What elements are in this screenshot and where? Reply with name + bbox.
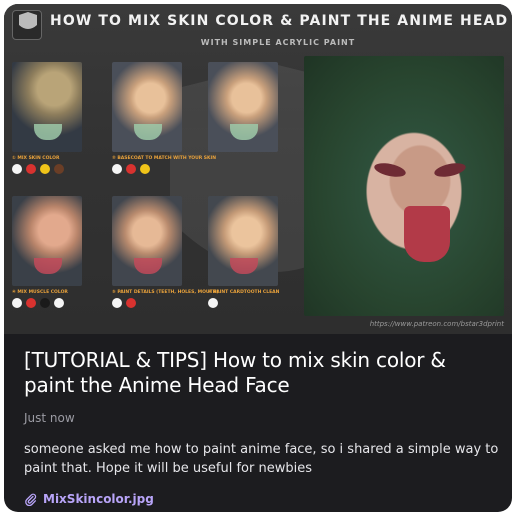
step-1-label: ① MIX SKIN COLOR [12, 156, 60, 161]
step-3-photo [208, 62, 278, 152]
post-timestamp: Just now [24, 411, 75, 425]
step-4-photo [12, 196, 82, 286]
post-card: HOW TO MIX SKIN COLOR & PAINT THE ANIME … [4, 4, 512, 512]
paint-swatch [126, 298, 136, 308]
paperclip-icon [25, 493, 37, 506]
paint-swatch [12, 298, 22, 308]
step-6-color-swatches [208, 298, 218, 308]
attachment-link[interactable]: MixSkincolor.jpg [24, 492, 154, 506]
step-2-color-swatches [112, 164, 150, 174]
image-title: HOW TO MIX SKIN COLOR & PAINT THE ANIME … [50, 13, 512, 29]
paint-swatch [26, 298, 36, 308]
step-5-label: ⑤ PAINT DETAILS (TEETH, HOLES, MOUTH) [112, 290, 219, 295]
paint-swatch [40, 164, 50, 174]
attachment-filename[interactable]: MixSkincolor.jpg [43, 492, 154, 506]
mouth-detail [404, 206, 450, 262]
step-4-label: ④ MIX MUSCLE COLOR [12, 290, 68, 295]
step-6-label: ⑥ PAINT CARDTOOTH CLEAN [208, 290, 280, 295]
step-1-photo [12, 62, 82, 152]
paint-swatch [12, 164, 22, 174]
step-2-photo [112, 62, 182, 152]
paint-swatch [26, 164, 36, 174]
step-5-photo [112, 196, 182, 286]
paint-swatch [126, 164, 136, 174]
post-description: someone asked me how to paint anime face… [24, 442, 499, 476]
finished-head-photo [304, 56, 504, 316]
post-image[interactable]: HOW TO MIX SKIN COLOR & PAINT THE ANIME … [4, 4, 512, 334]
paint-swatch [208, 298, 218, 308]
step-5-color-swatches [112, 298, 136, 308]
step-6-photo [208, 196, 278, 286]
post-title: [TUTORIAL & TIPS] How to mix skin color … [24, 348, 446, 397]
paint-swatch [54, 164, 64, 174]
step-2-label: ② BASECOAT TO MATCH WITH YOUR SKIN [112, 156, 216, 161]
step-4-color-swatches [12, 298, 64, 308]
paint-swatch [112, 298, 122, 308]
eye-detail [373, 160, 407, 180]
paint-swatch [40, 298, 50, 308]
paint-swatch [54, 298, 64, 308]
paint-swatch [112, 164, 122, 174]
brand-logo [12, 10, 42, 40]
step-1-color-swatches [12, 164, 64, 174]
eye-detail [433, 160, 467, 180]
image-subtitle: WITH SIMPLE ACRYLIC PAINT [200, 38, 356, 47]
paint-swatch [140, 164, 150, 174]
image-url-watermark: https://www.patreon.com/bstar3dprint [369, 320, 504, 328]
